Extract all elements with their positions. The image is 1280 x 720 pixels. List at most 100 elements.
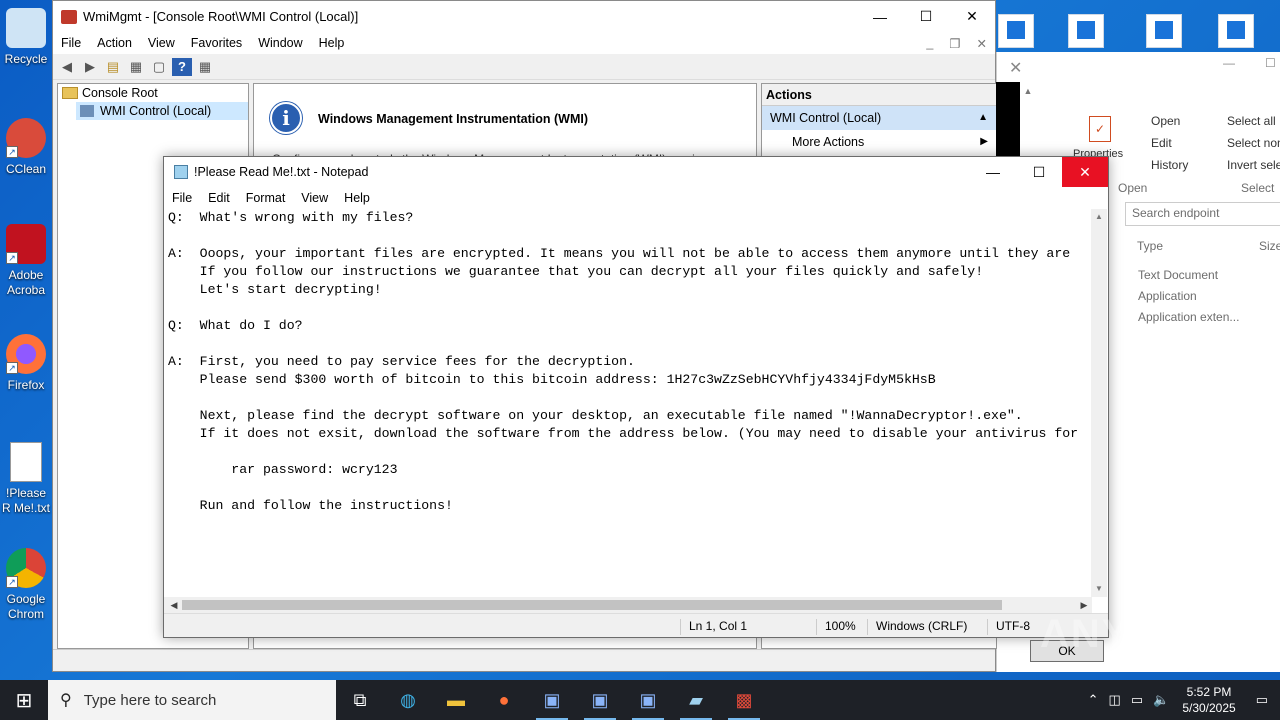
notepad-title: !Please Read Me!.txt - Notepad: [194, 165, 369, 179]
desktop-icon-firefox[interactable]: ↗ Firefox: [0, 334, 52, 393]
search-placeholder: Type here to search: [83, 691, 217, 709]
maximize-icon[interactable]: ☐: [903, 1, 949, 32]
menu-action[interactable]: Action: [89, 36, 140, 50]
scroll-down-icon[interactable]: ▼: [1091, 581, 1107, 597]
desktop-icon-acrobat[interactable]: ↗ Adobe Acroba: [0, 224, 52, 298]
menu-view[interactable]: View: [140, 36, 183, 50]
clock[interactable]: 5:52 PM 5/30/2025: [1174, 684, 1243, 716]
notification-icon[interactable]: ▭: [1244, 692, 1280, 708]
horizontal-scrollbar[interactable]: ◀ ▶: [164, 597, 1092, 613]
show-hide-tree-icon[interactable]: ▦: [126, 58, 146, 76]
notepad-taskbar-icon[interactable]: ▰: [672, 680, 720, 720]
child-restore-icon[interactable]: ❐: [941, 36, 968, 51]
scrollbar-thumb[interactable]: [182, 600, 1002, 610]
menu-format[interactable]: Format: [238, 191, 294, 205]
desktop-icon-recycle-bin[interactable]: Recycle: [0, 8, 52, 67]
watermark: ANY RUN: [1040, 612, 1236, 656]
window-thumbnail-icon: [998, 14, 1034, 48]
notepad-menubar: File Edit Format View Help: [164, 187, 1108, 209]
acrobat-icon: ↗: [6, 224, 46, 264]
computer-icon: [80, 105, 94, 117]
properties-icon: ✓: [1089, 116, 1111, 142]
encoding: UTF-8: [987, 619, 1030, 635]
window-thumbnail-icon: [1218, 14, 1254, 48]
toolbox-taskbar-icon[interactable]: ▩: [720, 680, 768, 720]
minimize-icon[interactable]: —: [970, 157, 1016, 187]
child-close-icon[interactable]: ✕: [969, 36, 995, 51]
mmc-titlebar[interactable]: WmiMgmt - [Console Root\WMI Control (Loc…: [53, 1, 995, 32]
select-all-button[interactable]: Select all: [1227, 114, 1276, 128]
volume-icon[interactable]: 🔈: [1148, 692, 1174, 708]
menu-favorites[interactable]: Favorites: [183, 36, 250, 50]
edit-button[interactable]: Edit: [1151, 136, 1172, 150]
desktop-icon-label: Google Chrom: [6, 592, 46, 621]
wmi-title: Windows Management Instrumentation (WMI): [318, 112, 589, 126]
menu-window[interactable]: Window: [250, 36, 310, 50]
notepad-statusbar: Ln 1, Col 1 100% Windows (CRLF) UTF-8: [164, 613, 1108, 637]
minimize-icon[interactable]: —: [857, 1, 903, 32]
select-none-button[interactable]: Select non: [1227, 136, 1280, 150]
history-button[interactable]: History: [1151, 158, 1188, 172]
file-explorer-icon[interactable]: ▬: [432, 680, 480, 720]
black-region: [996, 82, 1020, 158]
scroll-right-icon[interactable]: ▶: [1076, 597, 1092, 613]
child-minimize-icon[interactable]: _: [918, 36, 941, 50]
forward-arrow-icon[interactable]: ▶: [80, 58, 100, 76]
column-header-type[interactable]: Type: [1137, 239, 1163, 253]
window-taskbar-icon[interactable]: ▣: [624, 680, 672, 720]
firefox-taskbar-icon[interactable]: ●: [480, 680, 528, 720]
text-editor[interactable]: Q: What's wrong with my files? A: Ooops,…: [164, 209, 1092, 597]
export-list-icon[interactable]: ▢: [149, 58, 169, 76]
notepad-app-icon: [174, 165, 188, 179]
mmc-app-icon: [61, 9, 77, 24]
mmc-taskbar-icon[interactable]: ▣: [528, 680, 576, 720]
actions-group-wmi[interactable]: WMI Control (Local) ▲: [762, 106, 996, 130]
cursor-position: Ln 1, Col 1: [680, 619, 747, 635]
desktop-icon-chrome[interactable]: ↗ Google Chrom: [0, 548, 52, 622]
invert-selection-button[interactable]: Invert selec: [1227, 158, 1280, 172]
device-icon[interactable]: ◫: [1104, 692, 1126, 708]
menu-view[interactable]: View: [293, 191, 336, 205]
scroll-up-icon[interactable]: ▲: [1091, 209, 1107, 225]
menu-help[interactable]: Help: [311, 36, 353, 50]
chevron-up-icon[interactable]: ⌃: [1083, 692, 1104, 708]
menu-edit[interactable]: Edit: [200, 191, 238, 205]
taskbar-search[interactable]: ⚲ Type here to search: [48, 680, 336, 720]
tree-node-wmi-control[interactable]: WMI Control (Local): [76, 102, 248, 120]
back-arrow-icon[interactable]: ◀: [57, 58, 77, 76]
desktop-icon-label: CClean: [5, 162, 47, 176]
menu-file[interactable]: File: [53, 36, 89, 50]
close-icon[interactable]: ✕: [949, 1, 995, 32]
edge-icon[interactable]: ◍: [384, 680, 432, 720]
actions-group-label: WMI Control (Local): [770, 111, 882, 125]
column-header-size[interactable]: Size: [1259, 239, 1280, 253]
chevron-right-icon: ▶: [980, 136, 988, 147]
menu-file[interactable]: File: [164, 191, 200, 205]
up-folder-icon[interactable]: ▤: [103, 58, 123, 76]
start-button[interactable]: ⊞: [0, 680, 48, 720]
desktop-icon-ccleaner[interactable]: ↗ CClean: [0, 118, 52, 177]
notepad-window: !Please Read Me!.txt - Notepad — ☐ ✕ Fil…: [163, 156, 1109, 638]
vertical-scrollbar[interactable]: ▲ ▼: [1091, 209, 1107, 597]
menu-help[interactable]: Help: [336, 191, 378, 205]
chrome-icon: ↗: [6, 548, 46, 588]
window-taskbar-icon[interactable]: ▣: [576, 680, 624, 720]
close-icon[interactable]: ✕: [1062, 157, 1108, 187]
more-actions-item[interactable]: More Actions ▶: [762, 130, 996, 154]
task-view-icon[interactable]: ⧉: [336, 680, 384, 720]
maximize-icon[interactable]: ☐: [1016, 157, 1062, 187]
minimize-icon[interactable]: —: [1223, 56, 1235, 70]
search-input[interactable]: Search endpoint: [1125, 202, 1280, 226]
open-button[interactable]: Open: [1151, 114, 1180, 128]
network-icon[interactable]: ▭: [1126, 692, 1148, 708]
notepad-titlebar[interactable]: !Please Read Me!.txt - Notepad: [164, 157, 1108, 187]
help-icon[interactable]: ?: [172, 57, 192, 76]
desktop-icon-readme[interactable]: !Please R Me!.txt: [0, 442, 52, 516]
close-icon[interactable]: ✕: [1009, 58, 1022, 78]
scroll-up-icon[interactable]: ▲: [1022, 86, 1034, 100]
maximize-icon[interactable]: ☐: [1265, 56, 1276, 70]
action-pane-icon[interactable]: ▦: [195, 58, 215, 76]
tree-node-console-root[interactable]: Console Root: [58, 84, 248, 102]
scroll-left-icon[interactable]: ◀: [166, 597, 182, 613]
collapse-up-icon[interactable]: ▲: [978, 112, 988, 123]
